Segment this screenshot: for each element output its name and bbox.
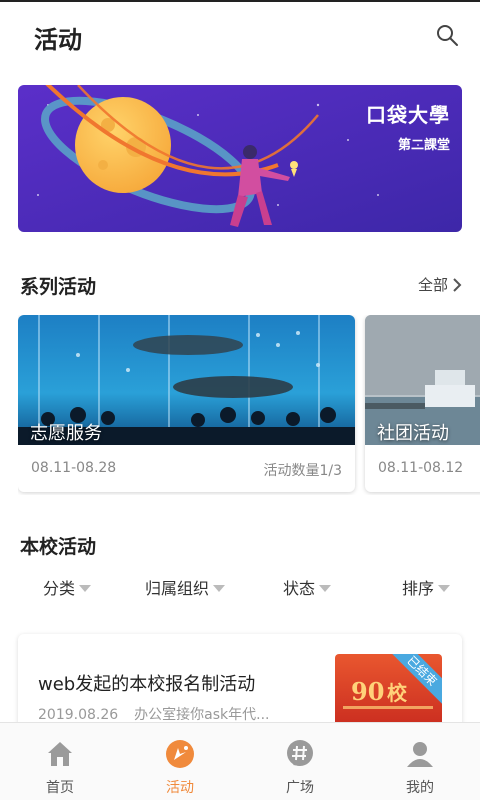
user-icon	[407, 742, 433, 767]
filter-sort[interactable]: 排序	[402, 575, 451, 599]
series-card-date: 08.11-08.12	[378, 460, 464, 476]
filter-label: 分类	[43, 579, 76, 598]
filter-label: 归属组织	[145, 579, 210, 598]
activity-thumbnail: 90 校 已结束	[335, 654, 442, 730]
tab-square[interactable]: 广场	[240, 723, 360, 800]
bottom-tab-bar: 首页 活动 广场 我的	[0, 722, 480, 800]
filter-bar: 分类 归属组织 状态 排序	[0, 575, 480, 601]
activity-meta: 2019.08.26 办公室接你ask年代...	[38, 704, 270, 724]
activity-organizer: 办公室接你ask年代...	[134, 707, 270, 723]
tab-label: 首页	[46, 780, 74, 796]
series-card-caption: 志愿服务	[30, 423, 102, 444]
activity-date: 2019.08.26	[38, 707, 119, 723]
series-section-title: 系列活动	[20, 276, 97, 298]
series-card[interactable]: 社团活动 08.11-08.12	[365, 315, 480, 492]
banner-brand-subtitle: 第二課堂	[397, 138, 450, 153]
series-card[interactable]: 志愿服务 08.11-08.28 活动数量1/3	[18, 315, 355, 492]
thumbnail-number: 90	[351, 677, 384, 706]
filter-label: 排序	[402, 579, 435, 598]
tab-label: 活动	[166, 780, 194, 796]
dropdown-arrow-icon	[319, 584, 332, 592]
filter-organization[interactable]: 归属组织	[145, 575, 226, 599]
tab-profile[interactable]: 我的	[360, 723, 480, 800]
view-all-label: 全部	[417, 276, 448, 294]
tab-home[interactable]: 首页	[0, 723, 120, 800]
tab-label: 我的	[406, 780, 434, 796]
dropdown-arrow-icon	[213, 584, 226, 592]
tab-label: 广场	[286, 780, 314, 796]
dropdown-arrow-icon	[79, 584, 92, 592]
view-all-button[interactable]: 全部	[418, 274, 462, 295]
top-bar: 活动	[0, 0, 480, 70]
search-icon[interactable]	[434, 22, 460, 48]
series-card-count: 活动数量1/3	[263, 463, 342, 479]
school-section-title: 本校活动	[20, 536, 97, 558]
promo-banner[interactable]: 口袋大學 第二課堂	[18, 85, 462, 232]
series-card-caption: 社团活动	[377, 423, 449, 444]
banner-brand: 口袋大學 第二課堂	[366, 99, 450, 153]
page-title: 活动	[34, 26, 82, 54]
tab-activity[interactable]: 活动	[120, 723, 240, 800]
home-icon	[48, 742, 72, 766]
hashtag-icon	[287, 740, 313, 766]
filter-status[interactable]: 状态	[283, 575, 332, 599]
filter-category[interactable]: 分类	[43, 575, 92, 599]
activity-title: web发起的本校报名制活动	[38, 674, 256, 695]
school-section-header: 本校活动	[0, 532, 480, 562]
series-carousel[interactable]: 志愿服务 08.11-08.28 活动数量1/3 社团活动 08.11-08.1…	[18, 315, 480, 495]
series-section-header: 系列活动 全部	[0, 272, 480, 302]
chevron-right-icon	[453, 277, 462, 292]
filter-label: 状态	[283, 579, 316, 598]
banner-brand-title: 口袋大學	[366, 103, 450, 127]
activity-icon	[166, 740, 194, 768]
series-card-date: 08.11-08.28	[31, 460, 117, 476]
thumbnail-text: 校	[387, 681, 408, 705]
dropdown-arrow-icon	[438, 584, 451, 592]
